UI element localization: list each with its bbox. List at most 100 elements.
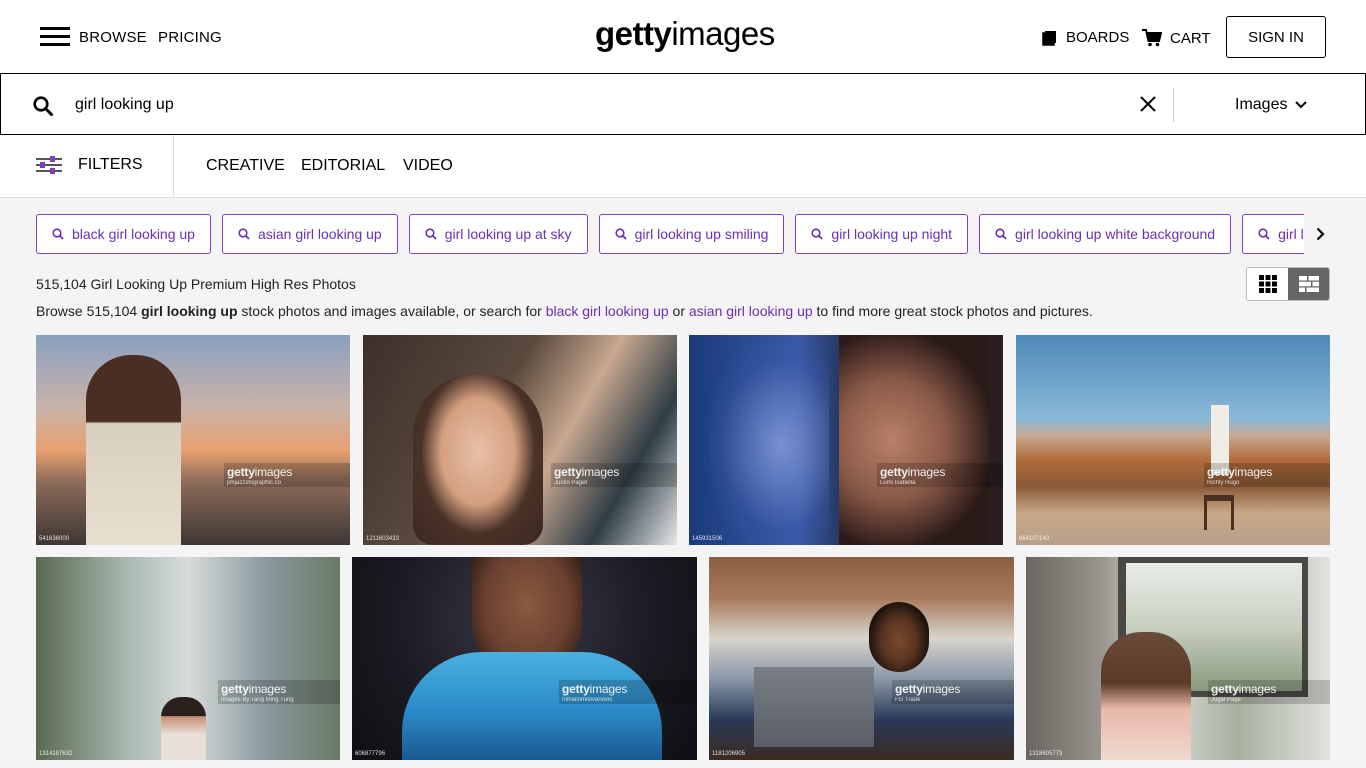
photo-credit: jimjazzstographic.co	[227, 480, 282, 486]
photo-id: 606877796	[355, 751, 386, 757]
watermark-logo: gettyimages	[880, 465, 946, 479]
photo-subject-shape	[869, 602, 929, 672]
watermark-logo: gettyimages	[562, 682, 628, 696]
boards-label: BOARDS	[1066, 29, 1130, 46]
filter-divider	[173, 135, 174, 198]
browse-link[interactable]: BROWSE	[79, 29, 147, 46]
sign-in-button[interactable]: SIGN IN	[1226, 16, 1326, 58]
watermark-logo: gettyimages	[1207, 465, 1273, 479]
cart-icon	[1142, 29, 1162, 47]
watermark-logo: gettyimages	[554, 465, 620, 479]
watermark: gettyimages Lumi Isabella	[877, 463, 1003, 487]
photo-credit: Images By Tang Ming Tung	[221, 697, 294, 703]
desc-prefix: Browse 515,104	[36, 303, 142, 319]
watermark-logo: gettyimages	[895, 682, 961, 696]
watermark: gettyimages mihailomilovanovic	[559, 680, 697, 704]
photo-result[interactable]: gettyimages Lumi Isabella 145931506	[689, 335, 1003, 545]
logo-light-part: images	[671, 15, 775, 52]
search-icon	[1258, 228, 1270, 240]
view-toggle	[1246, 267, 1330, 301]
photo-id: 1314187632	[39, 751, 73, 757]
desc-suffix: to find more great stock photos and pict…	[812, 303, 1093, 319]
photo-result[interactable]: gettyimages mihailomilovanovic 606877796	[352, 557, 697, 760]
tab-creative[interactable]: CREATIVE	[206, 157, 285, 175]
related-search-chip[interactable]: girl looking up smiling	[598, 214, 785, 254]
photo-credit: Lumi Isabella	[880, 480, 916, 486]
watermark-logo: gettyimages	[1211, 682, 1277, 696]
photo-result[interactable]: gettyimages Jugal Page 1318605773	[1026, 557, 1330, 760]
photo-result[interactable]: gettyimages Richly Hugo 864107140	[1016, 335, 1330, 545]
related-search-chip[interactable]: girl looking up night	[795, 214, 969, 254]
photo-id: 541636000	[39, 536, 70, 542]
related-search-chip[interactable]: girl looking up white background	[979, 214, 1232, 254]
related-search-chip[interactable]: asian girl looking up	[221, 214, 398, 254]
cart-label: CART	[1170, 29, 1211, 47]
search-input[interactable]	[75, 92, 1115, 118]
search-icon[interactable]	[33, 96, 53, 116]
photo-id: 864107140	[1019, 536, 1050, 542]
chevron-down-icon	[1295, 101, 1308, 109]
photo-result[interactable]: gettyimages jimjazzstographic.co 54163600…	[36, 335, 350, 545]
results-title: 515,104 Girl Looking Up Premium High Res…	[36, 276, 356, 292]
desc-query: girl looking up	[141, 303, 238, 319]
photo-result[interactable]: gettyimages Images By Tang Ming Tung 1314…	[36, 557, 340, 760]
photo-subject-shape	[161, 697, 206, 760]
photo-credit: Richly Hugo	[1207, 480, 1240, 486]
search-icon	[614, 228, 627, 240]
watermark-logo: gettyimages	[221, 682, 287, 696]
media-type-dropdown[interactable]: Images	[1235, 96, 1308, 114]
photo-id: 145931506	[692, 536, 723, 542]
sliders-icon	[36, 156, 62, 174]
photo-subject-shape	[413, 375, 543, 545]
photo-result[interactable]: gettyimages FG Trade 1181206905	[709, 557, 1014, 760]
chip-label: girl looking up night	[831, 226, 953, 242]
site-header: BROWSE PRICING gettyimages BOARDS CART S…	[0, 0, 1366, 74]
suggestion-link-1[interactable]: black girl looking up	[546, 303, 669, 319]
pricing-link[interactable]: PRICING	[158, 29, 222, 46]
getty-images-logo[interactable]: gettyimages	[595, 15, 775, 53]
photo-subject-shape	[839, 335, 989, 545]
cart-link[interactable]: CART	[1142, 29, 1211, 47]
search-icon	[238, 228, 250, 240]
mosaic-icon	[1298, 276, 1319, 292]
watermark: gettyimages Jugal Page	[1208, 680, 1330, 704]
chip-label: girl looking up smiling	[634, 226, 769, 242]
filters-label: FILTERS	[78, 156, 143, 173]
mosaic-view-button[interactable]	[1288, 268, 1329, 300]
media-type-label: Images	[1235, 96, 1288, 113]
photo-credit: Justin Paget	[554, 480, 588, 486]
suggestion-link-2[interactable]: asian girl looking up	[689, 303, 813, 319]
search-icon	[52, 228, 64, 240]
results-description: Browse 515,104 girl looking up stock pho…	[36, 303, 1093, 319]
tab-video[interactable]: VIDEO	[403, 157, 453, 175]
chip-label: black girl looking up	[72, 226, 195, 242]
related-search-chip[interactable]: girl looking up at sky	[408, 214, 588, 254]
logo-bold-part: getty	[595, 15, 672, 52]
clear-search-icon[interactable]	[1139, 95, 1157, 113]
photo-subject-shape	[86, 355, 181, 545]
search-divider	[1173, 88, 1174, 122]
related-search-chip[interactable]: black girl looking up	[36, 214, 211, 254]
boards-link[interactable]: BOARDS	[1042, 29, 1129, 46]
photo-laptop-shape	[754, 667, 874, 747]
related-searches: black girl looking up asian girl looking…	[36, 214, 1304, 254]
related-search-chip[interactable]: girl looking up stock	[1242, 214, 1304, 254]
search-icon	[811, 228, 824, 240]
desc-or: or	[668, 303, 689, 319]
chips-next-button[interactable]	[1306, 218, 1334, 250]
chip-label: girl looking up stock	[1278, 226, 1304, 242]
filter-bar: FILTERS CREATIVE EDITORIAL VIDEO	[0, 135, 1366, 198]
photo-subject-shape	[1101, 632, 1191, 760]
grid-view-button[interactable]	[1247, 268, 1288, 300]
photo-result[interactable]: gettyimages Justin Paget 1211603433	[363, 335, 677, 545]
filters-button[interactable]: FILTERS	[36, 156, 143, 174]
watermark: gettyimages jimjazzstographic.co	[224, 463, 350, 487]
chip-label: girl looking up at sky	[444, 226, 572, 242]
desc-middle: stock photos and images available, or se…	[237, 303, 546, 319]
photo-credit: Jugal Page	[1211, 697, 1242, 703]
watermark: gettyimages Images By Tang Ming Tung	[218, 680, 340, 704]
search-bar: Images	[0, 73, 1366, 135]
menu-icon[interactable]	[40, 27, 70, 47]
tab-editorial[interactable]: EDITORIAL	[301, 157, 385, 175]
search-icon	[425, 228, 437, 240]
